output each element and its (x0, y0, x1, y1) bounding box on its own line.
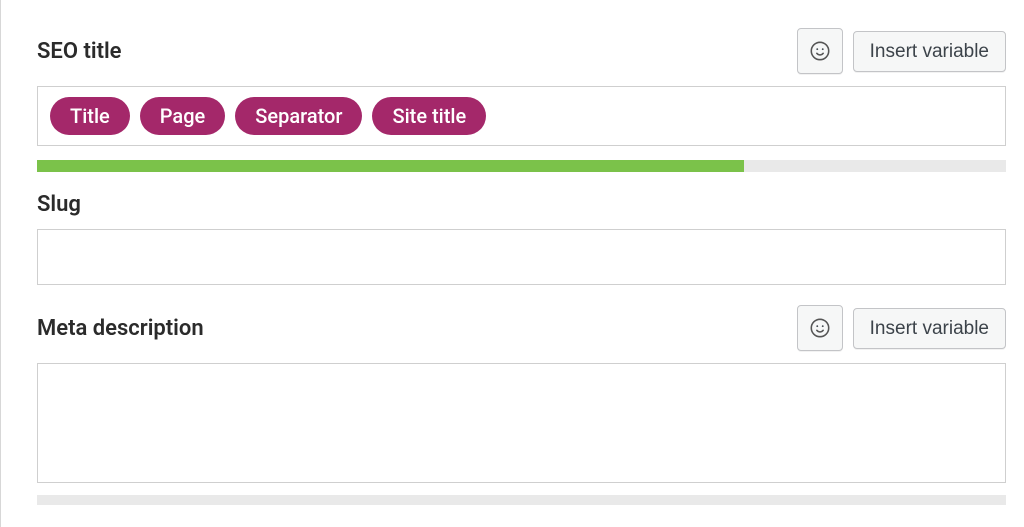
emoji-picker-button[interactable] (797, 305, 843, 351)
seo-title-label: SEO title (37, 39, 122, 64)
meta-description-progress-track (37, 495, 1006, 505)
slug-label: Slug (37, 192, 1006, 217)
variable-token[interactable]: Site title (372, 97, 486, 135)
snippet-editor-panel: SEO title Insert variable Title PageSepar… (0, 0, 1024, 527)
insert-variable-button[interactable]: Insert variable (853, 31, 1006, 72)
meta-description-input[interactable] (37, 363, 1006, 483)
seo-title-header: SEO title Insert variable (37, 28, 1006, 74)
meta-description-header: Meta description Insert variable (37, 305, 1006, 351)
seo-title-input[interactable]: Title PageSeparator Site title (37, 86, 1006, 146)
meta-description-field: Meta description Insert variable (37, 305, 1006, 505)
emoji-picker-button[interactable] (797, 28, 843, 74)
slug-input[interactable] (37, 229, 1006, 285)
variable-token[interactable]: Separator (235, 97, 362, 135)
seo-title-progress-fill (37, 160, 744, 172)
slug-field: Slug (37, 192, 1006, 285)
smiley-icon (809, 40, 831, 62)
variable-token[interactable]: Title (50, 97, 130, 135)
seo-title-field: SEO title Insert variable Title PageSepar… (37, 28, 1006, 172)
meta-description-actions: Insert variable (797, 305, 1006, 351)
meta-description-label: Meta description (37, 316, 204, 341)
smiley-icon (809, 317, 831, 339)
insert-variable-button[interactable]: Insert variable (853, 308, 1006, 349)
variable-token[interactable]: Page (140, 97, 226, 135)
seo-title-actions: Insert variable (797, 28, 1006, 74)
seo-title-progress-track (37, 160, 1006, 172)
